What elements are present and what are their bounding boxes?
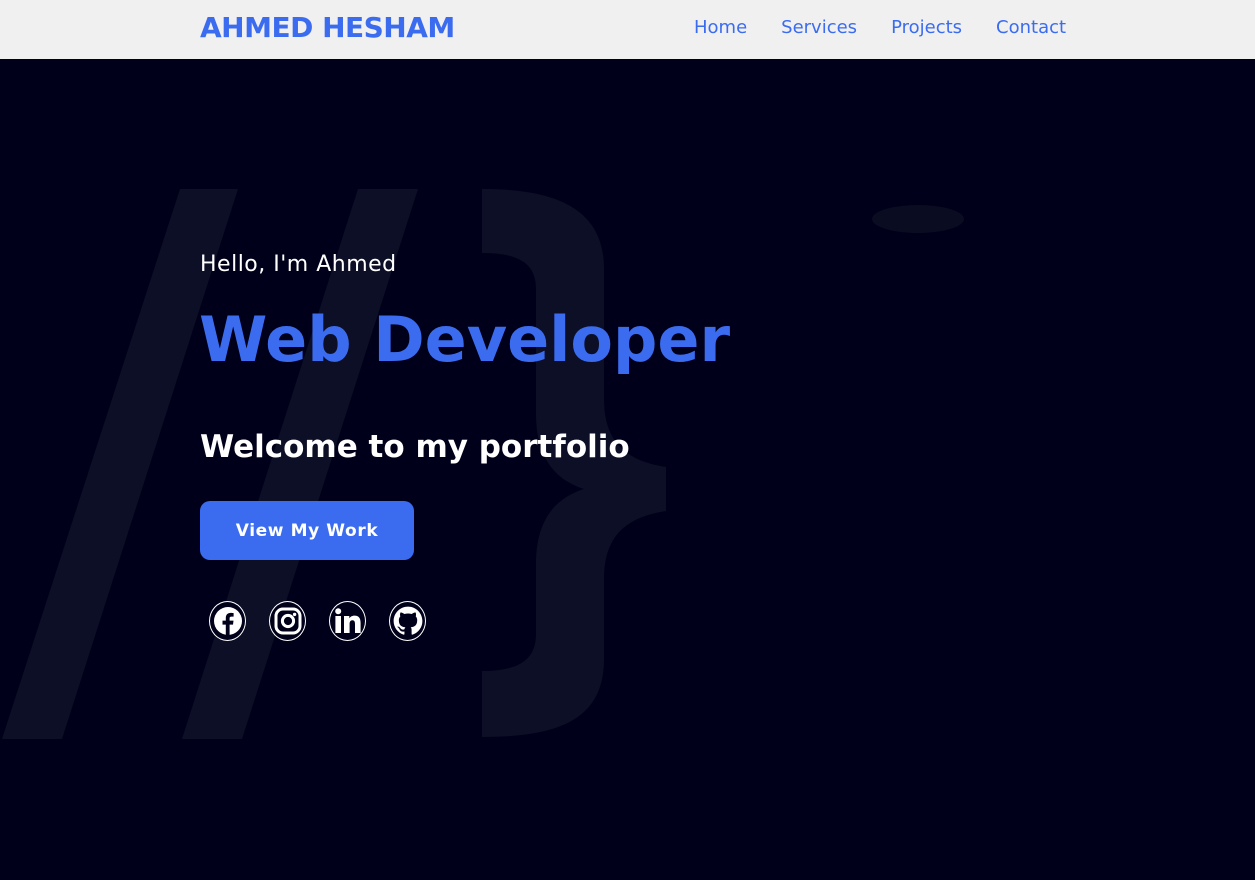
facebook-link[interactable] [209, 601, 246, 641]
brand-logo[interactable]: AHMED HESHAM [200, 11, 455, 45]
hero-role-title: Web Developer [199, 303, 731, 376]
nav-links: Home Services Projects Contact [694, 17, 1066, 39]
hero-greeting: Hello, I'm Ahmed [200, 252, 397, 277]
instagram-icon [274, 607, 302, 635]
nav-link-services[interactable]: Services [781, 17, 857, 39]
linkedin-icon [334, 607, 362, 635]
nav-link-contact[interactable]: Contact [996, 17, 1066, 39]
linkedin-link[interactable] [329, 601, 366, 641]
github-icon [393, 606, 423, 636]
nav-link-projects[interactable]: Projects [891, 17, 962, 39]
view-my-work-button[interactable]: View My Work [200, 501, 414, 560]
github-link[interactable] [389, 601, 426, 641]
nav-link-home[interactable]: Home [694, 17, 747, 39]
instagram-link[interactable] [269, 601, 306, 641]
social-links [209, 601, 426, 641]
code-brackets-background-graphic [2, 189, 964, 739]
hero-section: Hello, I'm Ahmed Web Developer Welcome t… [0, 59, 1255, 880]
hero-welcome-text: Welcome to my portfolio [200, 429, 630, 465]
facebook-icon [213, 606, 243, 636]
navbar: AHMED HESHAM Home Services Projects Cont… [0, 0, 1255, 59]
